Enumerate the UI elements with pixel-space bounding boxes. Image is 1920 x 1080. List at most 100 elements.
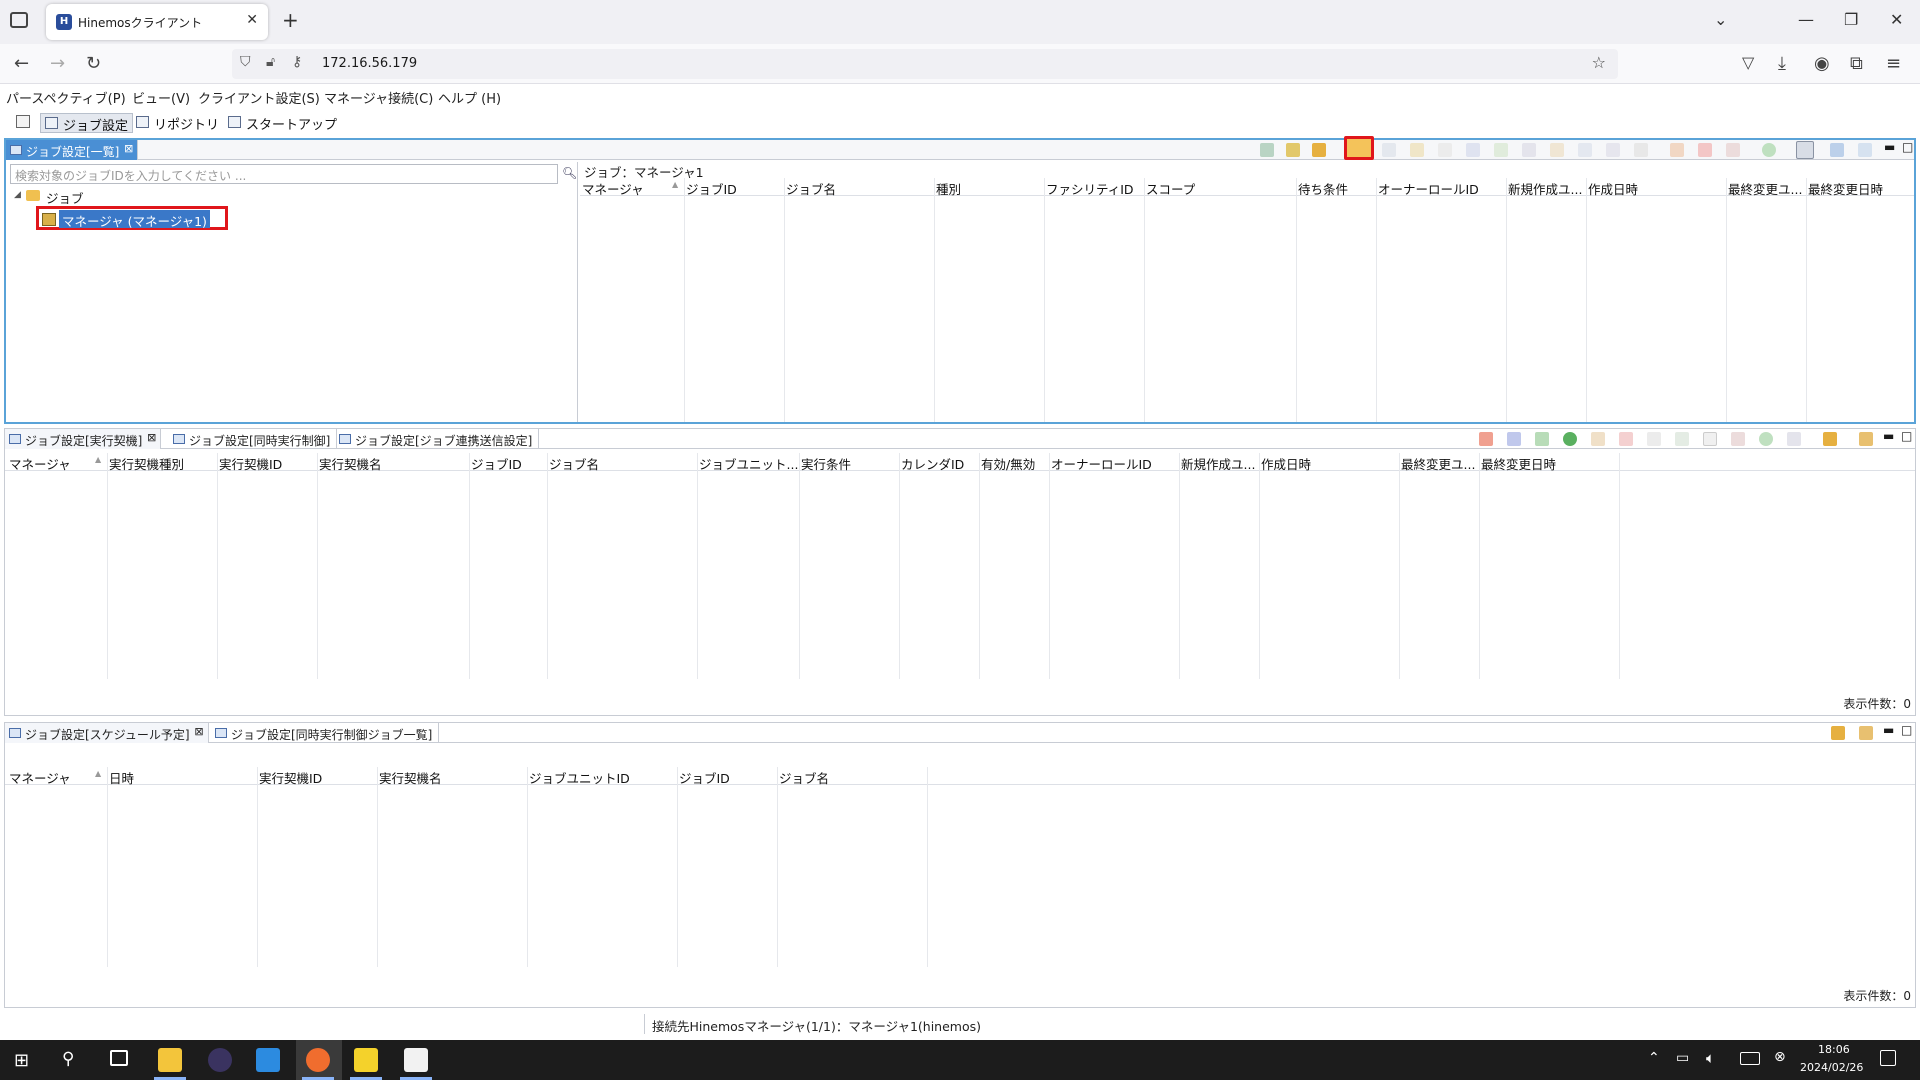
export-icon[interactable] (1260, 143, 1274, 157)
search-icon[interactable]: 🔍︎ (562, 166, 577, 180)
task-view-icon[interactable] (110, 1050, 128, 1066)
column-header[interactable]: ジョブユニット... (699, 454, 799, 473)
volume-icon[interactable]: 🔈︎ (1706, 1049, 1715, 1067)
menu-help[interactable]: ヘルプ (H) (438, 88, 501, 107)
create-link-send-job-icon[interactable] (1550, 143, 1564, 157)
close-window-icon[interactable]: ✕ (1890, 10, 1903, 29)
tree-root-label[interactable]: ジョブ (46, 188, 84, 207)
tab-concurrency-control[interactable]: ジョブ設定[同時実行制御] (169, 429, 338, 449)
column-header[interactable]: 実行契機名 (319, 454, 382, 473)
search-input[interactable]: 検索対象のジョブIDを入力してください ... (10, 164, 558, 184)
download-job-icon[interactable] (1858, 143, 1872, 157)
forward-icon[interactable]: → (50, 53, 65, 74)
close-icon[interactable]: ⊠ (194, 725, 203, 738)
disable-icon[interactable] (1703, 432, 1717, 446)
bookmark-star-icon[interactable]: ☆ (1592, 53, 1606, 72)
column-header[interactable]: 最終変更日時 (1481, 454, 1556, 473)
file-explorer-icon[interactable] (158, 1048, 182, 1072)
column-header[interactable]: 最終変更ユ... (1728, 179, 1806, 198)
tab-trigger[interactable]: ジョブ設定[実行契機] ⊠ (5, 429, 162, 449)
tree-expand-icon[interactable]: ◢ (14, 190, 21, 200)
keyboard-icon[interactable] (1740, 1052, 1760, 1065)
refresh-icon[interactable] (1831, 726, 1845, 740)
column-header[interactable]: オーナーロールID (1051, 454, 1152, 473)
column-header[interactable]: 新規作成ユ... (1181, 454, 1261, 473)
back-icon[interactable]: ← (14, 53, 29, 74)
delete-icon[interactable] (1619, 432, 1633, 446)
tab-schedule-plan[interactable]: ジョブ設定[スケジュール予定] ⊠ (5, 723, 209, 743)
copy-icon[interactable] (1647, 432, 1661, 446)
create-link-receive-job-icon[interactable] (1578, 143, 1592, 157)
browser-tab[interactable]: H Hinemosクライアント ✕ (46, 4, 268, 40)
paint-icon[interactable] (404, 1048, 428, 1072)
ime-icon[interactable]: ⊗ (1774, 1049, 1786, 1065)
column-header[interactable]: ジョブ名 (786, 179, 836, 198)
column-header[interactable]: カレンダID (901, 454, 964, 473)
menu-manager-connection[interactable]: マネージャ接続(C) (324, 88, 433, 107)
add-manual-icon[interactable] (1535, 432, 1549, 446)
column-header[interactable]: ジョブID (686, 179, 737, 198)
column-header[interactable]: 日時 (109, 768, 134, 787)
address-bar[interactable]: ⛉ 🔓︎ ⚷ 172.16.56.179 ☆ (232, 49, 1618, 79)
new-tab-icon[interactable]: + (282, 8, 299, 32)
column-header[interactable]: ファシリティID (1046, 179, 1134, 198)
firefox-icon[interactable] (306, 1048, 330, 1072)
tray-expand-icon[interactable]: ⌃ (1648, 1050, 1660, 1066)
delete-icon[interactable] (1698, 143, 1712, 157)
perspective-repository[interactable]: リポジトリ (132, 113, 223, 133)
key-icon[interactable]: ⚷ (292, 54, 302, 70)
close-tab-icon[interactable]: ✕ (246, 12, 258, 28)
tab-link-send-settings[interactable]: ジョブ設定[ジョブ連携送信設定] (335, 429, 540, 449)
tree-item-manager[interactable]: マネージャ (マネージャ1) (36, 206, 228, 230)
add-file-check-icon[interactable] (1507, 432, 1521, 446)
column-header[interactable]: 最終変更日時 (1808, 179, 1883, 198)
column-header[interactable]: ジョブID (679, 768, 730, 787)
extensions-icon[interactable]: ⧉ (1850, 53, 1863, 74)
column-header[interactable]: 新規作成ユ... (1508, 179, 1588, 198)
column-header[interactable]: 実行契機ID (259, 768, 322, 787)
upload-icon[interactable] (1830, 143, 1844, 157)
notification-icon[interactable] (1880, 1050, 1896, 1066)
edit-icon[interactable] (1670, 143, 1684, 157)
column-header[interactable]: オーナーロールID (1378, 179, 1479, 198)
tab-concurrency-job-list[interactable]: ジョブ設定[同時実行制御ジョブ一覧] (211, 723, 440, 743)
tree-view-toggle-icon[interactable] (1796, 141, 1814, 159)
enable-icon[interactable] (1675, 432, 1689, 446)
column-header[interactable]: ジョブ名 (779, 768, 829, 787)
column-header[interactable]: マネージャ (9, 454, 71, 473)
create-monitor-job-icon[interactable] (1522, 143, 1536, 157)
column-header[interactable]: 種別 (936, 179, 961, 198)
create-reference-job-icon[interactable] (1466, 143, 1480, 157)
maximize-view-icon[interactable]: □ (1901, 429, 1912, 443)
terminal-icon[interactable] (354, 1048, 378, 1072)
windows-start-icon[interactable]: ⊞ (14, 1050, 29, 1071)
close-icon[interactable]: ⊠ (124, 142, 133, 155)
add-schedule-icon[interactable] (1479, 432, 1493, 446)
reload-icon[interactable]: ↻ (86, 53, 101, 74)
minimize-view-icon[interactable]: ▬ (1883, 723, 1894, 737)
pin-icon[interactable] (1859, 726, 1873, 740)
shield-icon[interactable]: ⛉ (240, 54, 251, 70)
column-header[interactable]: ジョブID (471, 454, 522, 473)
open-perspective-icon[interactable] (16, 115, 30, 128)
run-icon[interactable] (1762, 143, 1776, 157)
perspective-job-settings[interactable]: ジョブ設定 (40, 113, 134, 134)
create-job-unit-icon[interactable] (1344, 136, 1374, 160)
refresh-icon[interactable] (1312, 143, 1326, 157)
minimize-icon[interactable]: — (1798, 10, 1814, 29)
column-header[interactable]: マネージャ (582, 179, 644, 198)
insecure-lock-icon[interactable]: 🔓︎ (266, 54, 275, 70)
import-icon[interactable] (1286, 143, 1300, 157)
menu-client-settings[interactable]: クライアント設定(S) (198, 88, 320, 107)
tab-list-icon[interactable] (10, 12, 28, 28)
column-header[interactable]: 待ち条件 (1298, 179, 1348, 198)
create-net-icon[interactable] (1382, 143, 1396, 157)
create-file-check-job-icon[interactable] (1606, 143, 1620, 157)
column-header[interactable]: スコープ (1146, 179, 1195, 198)
maximize-view-icon[interactable]: □ (1902, 140, 1913, 154)
minimize-view-icon[interactable]: ▬ (1883, 429, 1894, 443)
perspective-startup[interactable]: スタートアップ (224, 113, 341, 133)
account-icon[interactable]: ◉ (1814, 53, 1830, 74)
create-resource-job-icon[interactable] (1634, 143, 1648, 157)
object-privilege-icon[interactable] (1731, 432, 1745, 446)
